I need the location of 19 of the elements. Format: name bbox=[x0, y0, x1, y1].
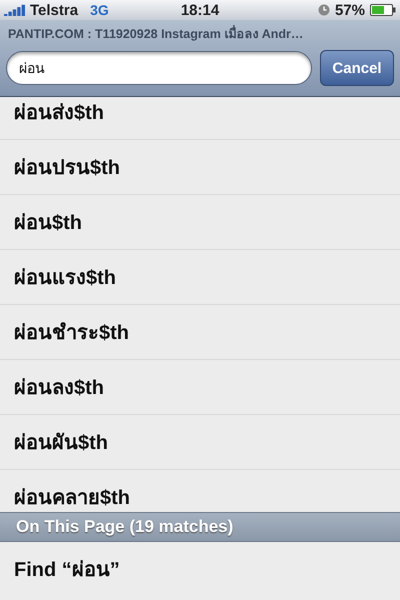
cancel-button[interactable]: Cancel bbox=[320, 50, 394, 86]
find-item[interactable]: Find “ผ่อน” bbox=[0, 542, 400, 596]
alarm-clock-icon bbox=[318, 4, 330, 16]
suggestion-item[interactable]: ผ่อนส่ง$th bbox=[0, 97, 400, 140]
clock-time: 18:14 bbox=[180, 2, 220, 18]
network-type: 3G bbox=[90, 2, 109, 18]
search-field[interactable]: ผ่อน bbox=[6, 51, 312, 85]
section-header: On This Page (19 matches) bbox=[0, 512, 400, 542]
suggestion-item[interactable]: ผ่อนลง$th bbox=[0, 360, 400, 415]
suggestion-item[interactable]: ผ่อนผัน$th bbox=[0, 415, 400, 470]
battery-icon bbox=[370, 4, 396, 16]
battery-percent: 57% bbox=[334, 2, 365, 18]
suggestion-item[interactable]: ผ่อนปรน$th bbox=[0, 140, 400, 195]
suggestion-item[interactable]: ผ่อนแรง$th bbox=[0, 250, 400, 305]
suggestion-item[interactable]: ผ่อนชำระ$th bbox=[0, 305, 400, 360]
page-title: PANTIP.COM : T11920928 Instagram เมื่อลง Andr… bbox=[7, 24, 304, 43]
carrier-name: Telstra bbox=[30, 2, 78, 18]
signal-icon bbox=[4, 4, 26, 16]
suggestion-item[interactable]: ผ่อน$th bbox=[0, 195, 400, 250]
